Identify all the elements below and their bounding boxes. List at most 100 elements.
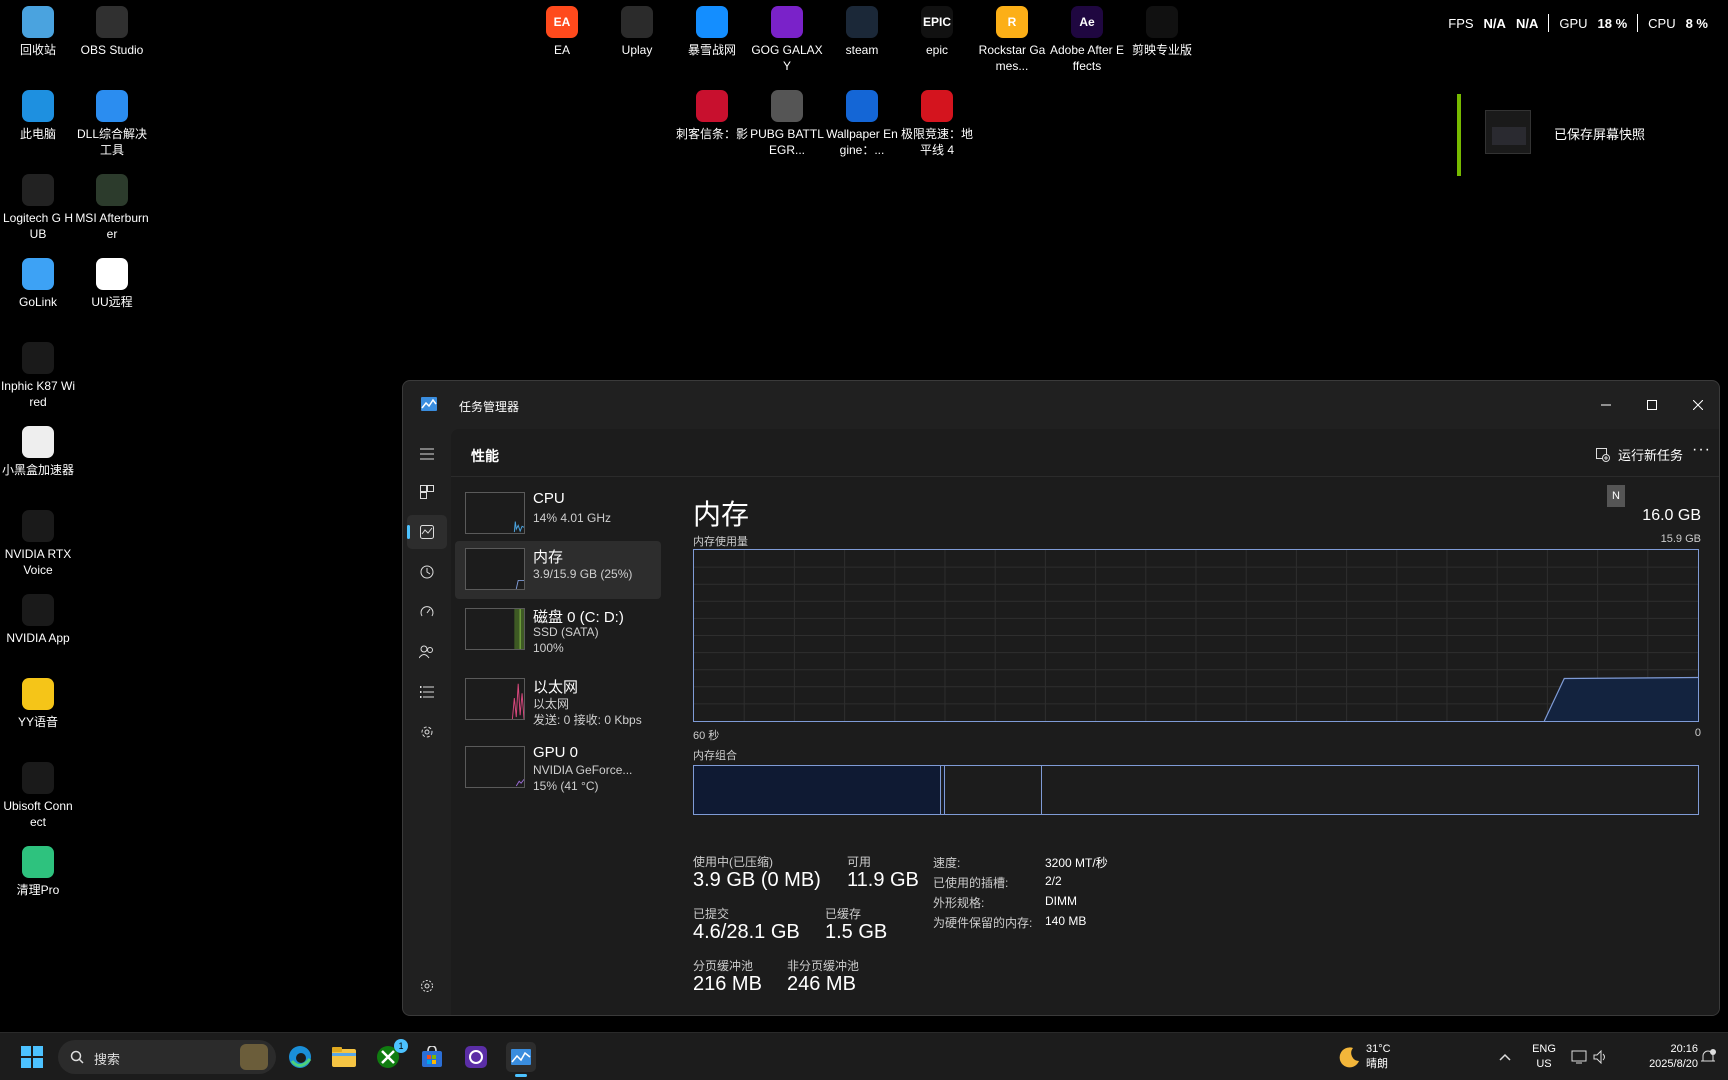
run-new-task-button[interactable]: 运行新任务: [1595, 445, 1683, 464]
desktop-icon-label: YY语音: [17, 715, 58, 729]
toast-text: 已保存屏幕快照: [1554, 127, 1646, 142]
taskbar-file-explorer[interactable]: [330, 1043, 358, 1071]
task-manager-icon: [511, 1049, 531, 1065]
taskbar-task-manager[interactable]: [506, 1042, 536, 1077]
memory-composition-bar: [693, 765, 1699, 815]
desktop-icon[interactable]: 小黑盒加速器: [0, 420, 76, 478]
device-gpu[interactable]: GPU 0 NVIDIA GeForce... 15% (41 °C): [455, 739, 661, 797]
desktop-icon[interactable]: 刺客信条：影: [674, 84, 750, 142]
desktop-icon[interactable]: 剪映专业版: [1124, 0, 1200, 58]
device-memory[interactable]: 内存 3.9/15.9 GB (25%): [455, 541, 661, 599]
fps-value: N/A: [1483, 15, 1506, 31]
composition-in-use: [694, 766, 941, 814]
tray-overflow-button[interactable]: [1491, 1043, 1519, 1071]
cleaner-icon: [22, 846, 54, 878]
desktop-icon[interactable]: 此电脑: [0, 84, 76, 142]
desktop-icon[interactable]: GoLink: [0, 252, 76, 310]
desktop-icon[interactable]: EA EA: [524, 0, 600, 58]
yy-icon: [22, 678, 54, 710]
desktop-icon[interactable]: Wallpaper Engine：...: [824, 84, 900, 158]
desktop-icon[interactable]: steam: [824, 0, 900, 58]
task-manager-icon: [421, 397, 437, 411]
desktop-icon[interactable]: 极限竞速：地平线 4: [899, 84, 975, 158]
language-indicator[interactable]: ENG US: [1528, 1042, 1560, 1072]
graph-time-left: 60 秒: [693, 730, 720, 742]
desktop-icon[interactable]: PUBG BATTLEGR...: [749, 84, 825, 158]
ea-icon: EA: [546, 6, 578, 38]
language-code: ENG: [1532, 1043, 1556, 1055]
taskbar-app-purple[interactable]: [462, 1043, 490, 1071]
desktop-icon-label: Adobe After Effects: [1049, 43, 1125, 73]
device-disk[interactable]: 磁盘 0 (C: D:) SSD (SATA) 100%: [455, 601, 661, 659]
cloud-icon: [96, 90, 128, 122]
notification-badge: 1: [394, 1039, 408, 1053]
logitech-icon: [22, 174, 54, 206]
desktop-icon[interactable]: NVIDIA App: [0, 588, 76, 646]
title-bar[interactable]: 任务管理器: [403, 381, 1719, 429]
nav-processes[interactable]: [407, 475, 447, 509]
nav-services[interactable]: [407, 715, 447, 749]
desktop-icon[interactable]: R Rockstar Games...: [974, 0, 1050, 74]
device-name: GPU 0: [533, 744, 579, 761]
notification-center-button[interactable]: [1694, 1043, 1722, 1071]
store-icon: [422, 1046, 442, 1067]
desktop-icon[interactable]: YY语音: [0, 672, 76, 730]
device-name: CPU: [533, 490, 565, 507]
nav-details[interactable]: [407, 675, 447, 709]
taskbar-store[interactable]: [418, 1043, 446, 1071]
minimize-icon: [1601, 404, 1611, 406]
available-label: 可用: [847, 855, 872, 869]
clock[interactable]: 20:16 2025/8/20: [1622, 1042, 1698, 1072]
desktop-icon[interactable]: Ae Adobe After Effects: [1049, 0, 1125, 74]
moon-icon: [1339, 1047, 1359, 1068]
desktop-icon[interactable]: OBS Studio: [74, 0, 150, 58]
chevron-up-icon: [1499, 1053, 1511, 1061]
nav-app-history[interactable]: [407, 555, 447, 589]
folder-icon: [332, 1047, 356, 1067]
nav-startup-apps[interactable]: [407, 595, 447, 629]
close-button[interactable]: [1675, 389, 1719, 421]
nav-settings[interactable]: [407, 969, 447, 1003]
hamburger-menu-button[interactable]: [407, 437, 447, 471]
desktop-icon[interactable]: DLL综合解决工具: [74, 84, 150, 158]
memory-mini-graph: [465, 548, 525, 590]
desktop-icon[interactable]: Inphic K87 Wired: [0, 336, 76, 410]
nav-users[interactable]: [407, 635, 447, 669]
nav-performance[interactable]: [407, 515, 447, 549]
desktop-icon-label: GoLink: [18, 295, 58, 309]
desktop-icon[interactable]: 暴雪战网: [674, 0, 750, 58]
desktop-icon[interactable]: EPIC epic: [899, 0, 975, 58]
screenshot-toast[interactable]: 已保存屏幕快照: [1457, 94, 1717, 176]
desktop-icon[interactable]: UU远程: [74, 252, 150, 310]
device-name: 以太网: [533, 679, 579, 696]
system-tray-icons[interactable]: [1568, 1043, 1612, 1071]
maximize-button[interactable]: [1629, 389, 1675, 421]
desktop-icon-label: 清理Pro: [16, 883, 60, 897]
more-options-button[interactable]: ···: [1692, 441, 1711, 459]
desktop-icon[interactable]: 回收站: [0, 0, 76, 58]
desktop-icon[interactable]: Ubisoft Connect: [0, 756, 76, 830]
desktop-icon[interactable]: NVIDIA RTX Voice: [0, 504, 76, 578]
ubisoft-icon: [22, 762, 54, 794]
weather-text[interactable]: 31°C 晴朗: [1366, 1042, 1391, 1072]
taskbar-search[interactable]: 搜索: [58, 1040, 276, 1074]
memory-usage-graph: [693, 549, 1699, 722]
taskbar-xbox[interactable]: 1: [374, 1039, 408, 1071]
desktop-icon[interactable]: Logitech G HUB: [0, 168, 76, 242]
device-ethernet[interactable]: 以太网 以太网 发送: 0 接收: 0 Kbps: [455, 671, 661, 729]
clock-time: 20:16: [1670, 1043, 1698, 1055]
desktop-icon[interactable]: MSI Afterburner: [74, 168, 150, 242]
start-button[interactable]: [18, 1043, 46, 1071]
keyboard-layout: US: [1536, 1058, 1552, 1070]
desktop-icon[interactable]: 清理Pro: [0, 840, 76, 898]
reserved-label: 为硬件保留的内存:: [933, 916, 1033, 930]
minimize-button[interactable]: [1583, 389, 1629, 421]
graph-time-right: 0: [1694, 727, 1701, 739]
desktop-icon[interactable]: Uplay: [599, 0, 675, 58]
weather-widget[interactable]: [1335, 1043, 1363, 1071]
taskbar-edge[interactable]: [286, 1043, 314, 1071]
nonpaged-pool-value: 246 MB: [787, 973, 856, 995]
desktop-icon-label: Rockstar Games...: [978, 43, 1046, 73]
device-cpu[interactable]: CPU 14% 4.01 GHz: [455, 485, 661, 543]
desktop-icon[interactable]: GOG GALAXY: [749, 0, 825, 74]
